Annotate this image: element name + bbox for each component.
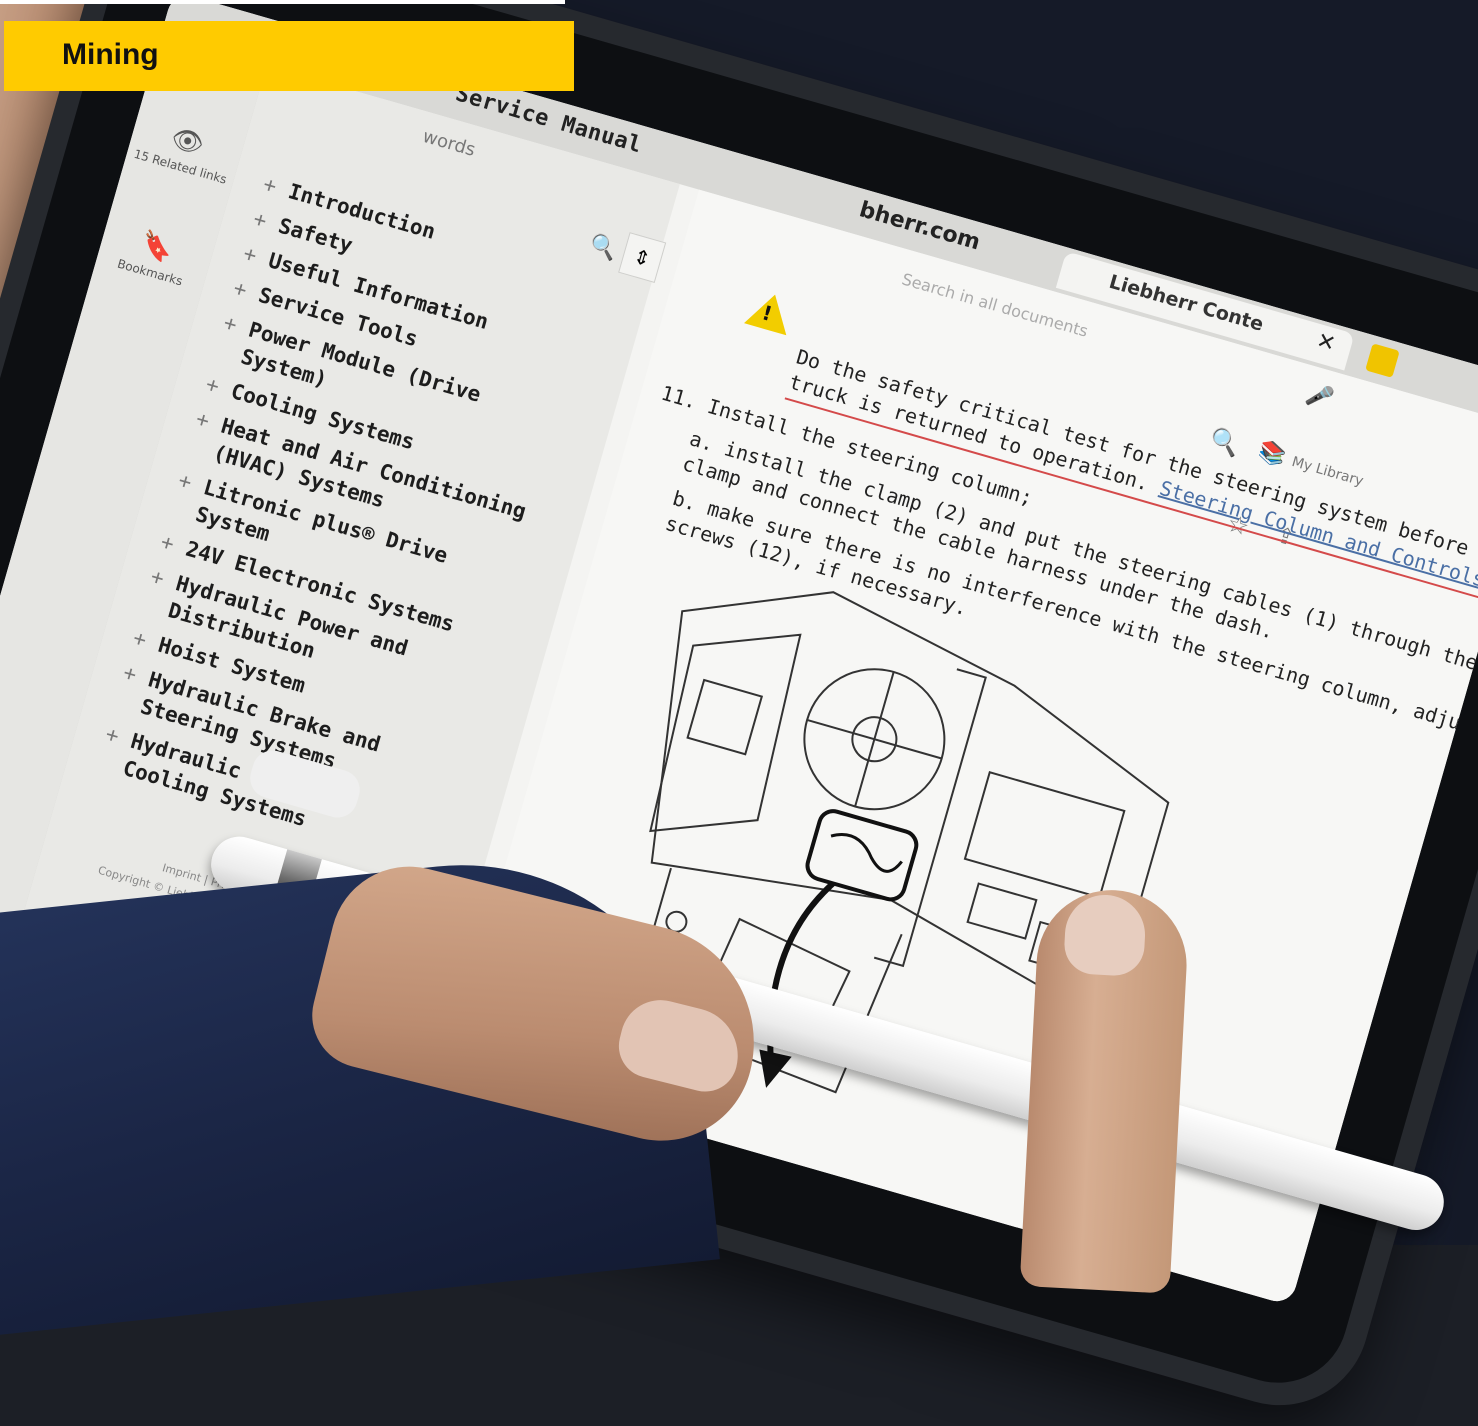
- plus-icon: +: [148, 564, 167, 591]
- search-icon[interactable]: 🔍: [586, 232, 619, 264]
- plus-icon: +: [220, 310, 240, 337]
- plus-icon: +: [240, 241, 260, 268]
- search-icon[interactable]: 🔍: [1207, 425, 1243, 460]
- plus-icon: +: [102, 721, 122, 749]
- plus-icon: +: [130, 625, 150, 653]
- plus-icon: +: [250, 206, 270, 234]
- expand-all-icon[interactable]: ⇕: [618, 232, 667, 283]
- plus-icon: +: [260, 171, 280, 199]
- plus-icon: +: [175, 467, 195, 495]
- category-badge: Mining: [4, 21, 574, 91]
- bookmarks-button[interactable]: 🔖 Bookmarks: [95, 218, 214, 294]
- my-library-link[interactable]: My Library: [1290, 454, 1365, 490]
- plus-icon: +: [193, 406, 213, 434]
- toc-search-label: words: [420, 125, 478, 161]
- plus-icon: +: [230, 275, 250, 303]
- plus-icon: +: [158, 529, 177, 557]
- sub-step-marker: b.: [669, 485, 700, 516]
- microphone-icon[interactable]: 🎤: [1303, 381, 1336, 413]
- related-links-button[interactable]: 👁 15 Related links: [126, 112, 245, 188]
- top-strip: [0, 0, 565, 4]
- badge-label: Mining: [62, 38, 159, 71]
- sub-step-marker: a.: [687, 426, 717, 456]
- plus-icon: +: [203, 371, 223, 399]
- plus-icon: +: [120, 660, 140, 687]
- step-number: 11.: [658, 380, 700, 414]
- close-tab-icon[interactable]: ✕: [1314, 328, 1339, 357]
- library-icon[interactable]: 📚: [1255, 438, 1288, 470]
- next-tab-favicon[interactable]: [1365, 343, 1400, 378]
